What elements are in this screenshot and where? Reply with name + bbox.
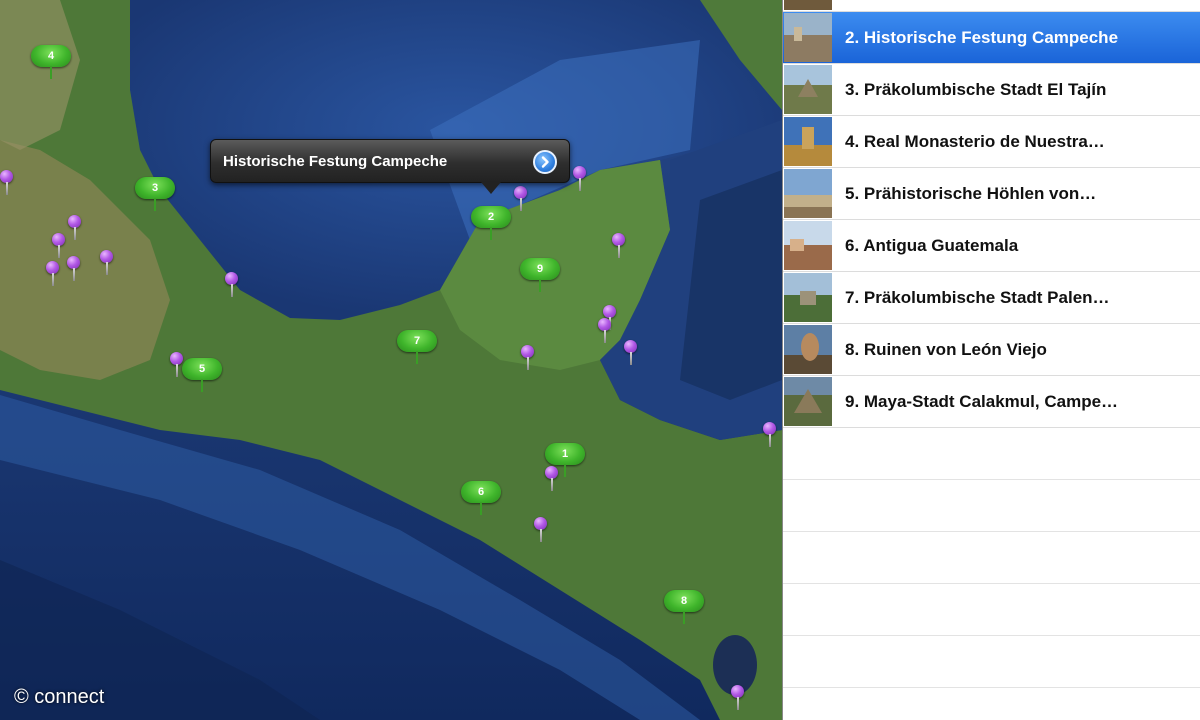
map-pin-purple[interactable] xyxy=(0,170,13,195)
thumbnail-image xyxy=(784,13,832,62)
list-item-label: 8. Ruinen von León Viejo xyxy=(845,340,1047,359)
empty-row xyxy=(783,532,1200,584)
list-item-label: 3. Präkolumbische Stadt El Tajín xyxy=(845,80,1107,99)
map-pin-9[interactable]: 9 xyxy=(520,258,560,292)
map-pin-purple[interactable] xyxy=(545,466,558,491)
list-item-label: 7. Präkolumbische Stadt Palen… xyxy=(845,288,1110,307)
map-pin-3[interactable]: 3 xyxy=(135,177,175,211)
empty-row xyxy=(783,636,1200,688)
thumbnail-image xyxy=(784,221,832,270)
map-pin-purple[interactable] xyxy=(514,186,527,211)
copyright-watermark: © connect xyxy=(14,686,105,708)
map-callout[interactable]: Historische Festung Campeche xyxy=(210,139,570,194)
list-item[interactable]: 6. Antigua Guatemala xyxy=(783,220,1200,272)
list-item-label: 5. Prähistorische Höhlen von… xyxy=(845,184,1097,203)
map-pin-purple[interactable] xyxy=(46,261,59,286)
map-pin-purple[interactable] xyxy=(521,345,534,370)
map-pin-purple[interactable] xyxy=(100,250,113,275)
map-pin-purple[interactable] xyxy=(225,272,238,297)
empty-row xyxy=(783,480,1200,532)
list-item-label: 2. Historische Festung Campeche xyxy=(845,28,1119,47)
map-pin-purple[interactable] xyxy=(731,685,744,710)
map-pin-1[interactable]: 1 xyxy=(545,443,585,477)
chevron-right-circle-icon[interactable] xyxy=(533,150,557,174)
map-pin-purple[interactable] xyxy=(67,256,80,281)
map-pin-purple[interactable] xyxy=(624,340,637,365)
map-pin-purple[interactable] xyxy=(52,233,65,258)
thumbnail-image xyxy=(784,273,832,322)
map-pin-5[interactable]: 5 xyxy=(182,358,222,392)
list-item-label: 9. Maya-Stadt Calakmul, Campe… xyxy=(845,392,1119,411)
map-pin-purple[interactable] xyxy=(763,422,776,447)
map-pin-purple[interactable] xyxy=(603,305,616,330)
map-pin-8[interactable]: 8 xyxy=(664,590,704,624)
map-pin-purple[interactable] xyxy=(170,352,183,377)
list-item[interactable]: 4. Real Monasterio de Nuestra… xyxy=(783,116,1200,168)
map-pin-purple[interactable] xyxy=(612,233,625,258)
thumbnail-image xyxy=(784,65,832,114)
list-item-label: 4. Real Monasterio de Nuestra… xyxy=(845,132,1105,151)
map-pin-purple[interactable] xyxy=(68,215,81,240)
site-list[interactable]: 2. Historische Festung Campeche 3. Präko… xyxy=(782,0,1200,720)
thumbnail-image xyxy=(784,325,832,374)
list-item-label: 6. Antigua Guatemala xyxy=(845,236,1019,255)
map-pin-purple[interactable] xyxy=(598,318,611,343)
list-item[interactable]: 9. Maya-Stadt Calakmul, Campe… xyxy=(783,376,1200,428)
list-item-selected[interactable]: 2. Historische Festung Campeche xyxy=(783,12,1200,64)
map-pin-purple[interactable] xyxy=(534,517,547,542)
list-item[interactable]: 5. Prähistorische Höhlen von… xyxy=(783,168,1200,220)
thumbnail-image xyxy=(784,117,832,166)
empty-row xyxy=(783,428,1200,480)
list-item[interactable]: 3. Präkolumbische Stadt El Tajín xyxy=(783,64,1200,116)
map-pin-purple[interactable] xyxy=(573,166,586,191)
thumbnail-image xyxy=(784,377,832,426)
list-item[interactable] xyxy=(783,0,1200,12)
list-item[interactable]: 7. Präkolumbische Stadt Palen… xyxy=(783,272,1200,324)
list-item[interactable]: 8. Ruinen von León Viejo xyxy=(783,324,1200,376)
map-pin-7[interactable]: 7 xyxy=(397,330,437,364)
empty-row xyxy=(783,584,1200,636)
callout-title: Historische Festung Campeche xyxy=(223,153,448,170)
thumbnail-image xyxy=(784,169,832,218)
map-view[interactable]: 1 2 3 4 5 6 7 8 9 Historische Festung Ca… xyxy=(0,0,782,720)
satellite-terrain xyxy=(0,0,782,720)
map-pin-2[interactable]: 2 xyxy=(471,206,511,240)
map-pin-6[interactable]: 6 xyxy=(461,481,501,515)
map-pin-4[interactable]: 4 xyxy=(31,45,71,79)
thumbnail-image xyxy=(784,0,832,10)
